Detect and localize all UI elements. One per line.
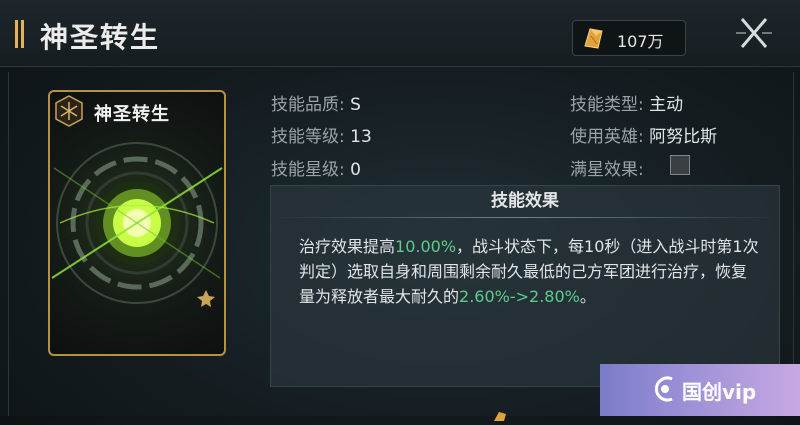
gem-decoration-icon xyxy=(492,406,510,421)
quality-row: 技能品质: S xyxy=(271,90,361,115)
max-star-checkbox[interactable] xyxy=(670,155,690,175)
star-row: 技能星级: 0 xyxy=(271,155,361,180)
top-bar: 神圣转生 107万 xyxy=(0,0,800,67)
effect-text-1: 治疗效果提高 xyxy=(299,237,396,256)
currency-amount: 107万 xyxy=(617,32,664,51)
close-icon xyxy=(722,18,786,64)
effect-description: 治疗效果提高10.00%，战斗状态下，每10秒（进入战斗时第1次判定）选取自身和… xyxy=(299,234,759,309)
watermark-logo-icon xyxy=(652,374,678,404)
level-row: 技能等级: 13 xyxy=(271,122,372,147)
level-label: 技能等级: xyxy=(271,127,345,147)
hero-label: 使用英雄: xyxy=(570,127,644,147)
close-button[interactable] xyxy=(722,6,786,60)
level-value: 13 xyxy=(350,127,372,147)
effect-highlight-heal: 2.60%->2.80% xyxy=(459,287,580,306)
currency-display[interactable]: 107万 xyxy=(572,20,686,56)
type-row: 技能类型: 主动 xyxy=(570,90,683,115)
type-value: 主动 xyxy=(649,95,684,115)
skill-card[interactable]: 神圣转生 xyxy=(48,90,226,356)
rank-badge-icon xyxy=(196,288,216,308)
watermark: 国创vip xyxy=(600,364,800,416)
type-label: 技能类型: xyxy=(570,95,644,115)
title-stripe-decoration xyxy=(15,20,29,48)
effect-highlight-percent: 10.00% xyxy=(395,237,457,256)
effect-title: 技能效果 xyxy=(491,191,559,211)
quality-value: S xyxy=(350,95,361,115)
card-title: 神圣转生 xyxy=(94,104,170,125)
rune-emblem-icon xyxy=(52,94,86,128)
gold-crystal-icon xyxy=(581,26,607,50)
star-value: 0 xyxy=(350,160,361,180)
max-star-row: 满星效果: xyxy=(570,155,644,180)
skill-effect-panel: 技能效果 治疗效果提高10.00%，战斗状态下，每10秒（进入战斗时第1次判定）… xyxy=(270,185,780,387)
watermark-text: 国创vip xyxy=(682,380,757,404)
max-star-label: 满星效果: xyxy=(570,160,644,180)
hero-value: 阿努比斯 xyxy=(649,127,718,147)
page-title: 神圣转生 xyxy=(40,21,161,54)
star-label: 技能星级: xyxy=(271,160,345,180)
quality-label: 技能品质: xyxy=(271,95,345,115)
hero-row: 使用英雄: 阿努比斯 xyxy=(570,122,717,147)
effect-text-3: 。 xyxy=(579,287,596,306)
effect-divider xyxy=(271,217,779,218)
